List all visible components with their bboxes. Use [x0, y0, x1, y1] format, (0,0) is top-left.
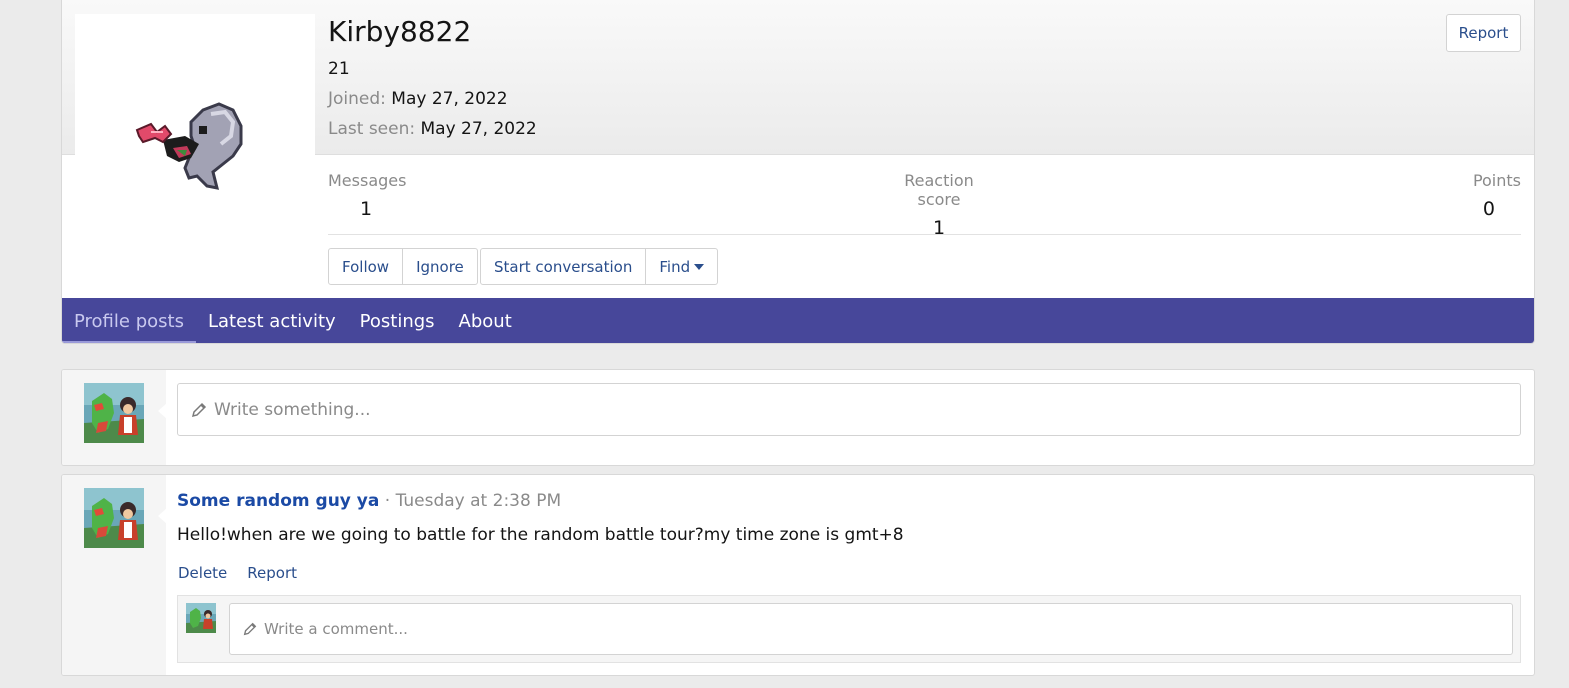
conversation-find-group: Start conversation Find [480, 248, 719, 285]
stat-messages-label: Messages [328, 171, 407, 190]
stats-divider [328, 234, 1521, 235]
compose-box: Write something... [61, 369, 1535, 466]
stat-points-label: Points [1472, 171, 1521, 190]
profile-card: Kirby8822 21 Joined: May 27, 2022 Last s… [61, 0, 1535, 344]
current-user-avatar[interactable] [84, 383, 144, 443]
post-timestamp[interactable]: Tuesday at 2:38 PM [396, 491, 562, 511]
caret-down-icon [694, 263, 705, 270]
ignore-button[interactable]: Ignore [403, 249, 477, 284]
start-conversation-button[interactable]: Start conversation [481, 249, 647, 284]
find-menu-button[interactable]: Find [646, 249, 717, 284]
joined-value: May 27, 2022 [391, 89, 508, 109]
profile-last-seen: Last seen: May 27, 2022 [328, 119, 537, 139]
comment-area: Write a comment... [177, 595, 1521, 663]
post-pointer [158, 508, 167, 524]
report-post-link[interactable]: Report [247, 564, 297, 582]
comment-user-avatar[interactable] [186, 603, 216, 633]
find-label: Find [659, 257, 691, 276]
user-avatar-icon [84, 383, 144, 443]
stat-reaction-score: Reaction score 1 [883, 171, 995, 239]
report-user-button[interactable]: Report [1446, 14, 1521, 52]
pencil-icon [190, 401, 208, 419]
delete-post-link[interactable]: Delete [178, 564, 227, 582]
stat-points[interactable]: Points 0 [1473, 171, 1521, 220]
profile-username: Kirby8822 [328, 15, 472, 48]
write-something-placeholder: Write something... [214, 399, 371, 420]
tab-postings[interactable]: Postings [348, 298, 447, 343]
write-something-input[interactable]: Write something... [177, 383, 1521, 436]
stat-points-value: 0 [1482, 198, 1495, 220]
user-avatar-icon [84, 488, 144, 548]
profile-joined: Joined: May 27, 2022 [328, 89, 508, 109]
stat-reaction-value: 1 [932, 217, 946, 239]
avatar-sprite-icon [135, 102, 243, 190]
write-comment-placeholder: Write a comment... [264, 620, 408, 638]
post-separator: · [379, 491, 396, 511]
follow-button[interactable]: Follow [329, 249, 404, 284]
joined-label: Joined: [328, 89, 386, 109]
post-sidebar [62, 475, 167, 675]
post-author-avatar[interactable] [84, 488, 144, 548]
write-comment-input[interactable]: Write a comment... [229, 603, 1513, 655]
tab-latest-activity[interactable]: Latest activity [196, 298, 348, 343]
profile-user-title: 21 [328, 59, 350, 79]
tab-profile-posts[interactable]: Profile posts [62, 298, 196, 343]
stat-reaction-label: Reaction score [904, 171, 974, 209]
profile-tabs: Profile posts Latest activity Postings A… [62, 298, 1534, 343]
post-actions: Delete Report [178, 564, 297, 582]
post-header: Some random guy ya · Tuesday at 2:38 PM [177, 491, 561, 511]
follow-ignore-group: Follow Ignore [328, 248, 478, 285]
compose-pointer [158, 403, 167, 419]
post-author-link[interactable]: Some random guy ya [177, 491, 379, 511]
profile-post: Some random guy ya · Tuesday at 2:38 PM … [61, 474, 1535, 676]
post-body: Hello!when are we going to battle for th… [177, 525, 904, 545]
last-seen-label: Last seen: [328, 119, 416, 139]
stat-messages[interactable]: Messages 1 [328, 171, 406, 220]
stat-messages-value: 1 [360, 198, 373, 220]
tab-about[interactable]: About [447, 298, 524, 343]
compose-sidebar [62, 370, 167, 465]
profile-avatar[interactable] [75, 14, 315, 254]
last-seen-value: May 27, 2022 [420, 119, 537, 139]
user-avatar-icon [186, 603, 216, 633]
pencil-icon [242, 621, 258, 637]
